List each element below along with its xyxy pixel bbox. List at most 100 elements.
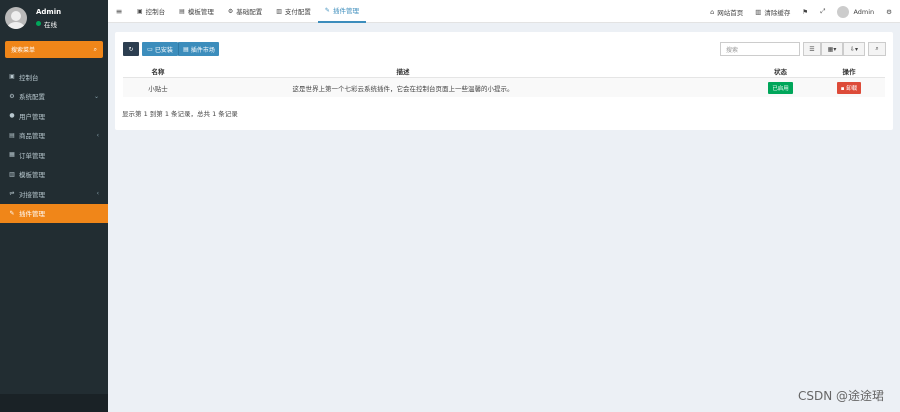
plugin-market-label: 插件市场 [190,46,215,54]
table-search-input[interactable]: 搜索 [720,42,800,56]
settings-button[interactable]: ⚙ [880,8,900,16]
pagination-info: 显示第 1 到第 1 条记录，总共 1 条记录 [122,110,238,118]
tab-label: 模板管理 [187,8,214,16]
plugin-desc: 这是世界上第一个七彩云系统插件，它会在控制台页面上一些温馨的小提示。 [292,84,514,93]
link-icon: ⇌ [9,190,15,198]
search-button[interactable]: ⌕ [868,42,886,56]
sidebar-toggle-icon[interactable]: ≡ [108,7,130,16]
sidebar-item-label: 控制台 [19,73,39,82]
sidebar-item-0[interactable]: ▣ 控制台 [0,67,108,87]
sidebar-item-7[interactable]: ✎ 插件管理 [0,203,108,223]
sidebar-item-4[interactable]: ▦ 订单管理 [0,145,108,165]
plugin-name: 小贴士 [148,84,168,93]
sidebar-item-label: 用户管理 [19,112,45,121]
tab-3[interactable]: ▥ 支付配置 [269,0,318,23]
sidebar-footer [0,394,108,412]
tab-label: 基础配置 [236,8,263,16]
sidebar-item-6[interactable]: ⇌ 对接管理 ‹ [0,184,108,204]
sidebar: Admin 在线 搜索菜单 ⌕ ▣ 控制台 ⚙ 系统配置 ⌄ ● 用户管理 ▤ 商品管理 ‹ ▦ 订单… [0,0,108,412]
uninstall-label: 卸载 [846,85,858,92]
tab-label: 控制台 [145,8,166,16]
cart-icon: ▦ [9,151,15,159]
fullscreen-button[interactable]: ⤢ [814,7,831,16]
header-status[interactable]: 状态 [748,66,813,76]
top-navbar: ≡ ▣ 控制台 ▤ 模板管理 ⚙ 基础配置 ▥ 支付配置 ✎ 插件管理 ⌂ 网站首页 ▥ 清除缓存… [108,0,900,23]
site-home-label: 网站首页 [717,8,744,17]
plugin-icon: ✎ [9,209,15,217]
table-row: 小贴士 这是世界上第一个七彩云系统插件，它会在控制台页面上一些温馨的小提示。 已… [123,78,885,97]
sidebar-item-1[interactable]: ⚙ 系统配置 ⌄ [0,87,108,107]
user-menu[interactable]: Admin [831,5,880,18]
header-name[interactable]: 名称 [123,66,193,76]
sidebar-item-label: 模板管理 [19,171,45,180]
plugin-panel: ↻ ▭ 已安装 ▤ 插件市场 搜索 ☰ ▦▾ ⇩▾ ⌕ 名称 描述 状态 操作 … [115,32,893,130]
user-name: Admin [36,7,62,16]
gear-icon: ⚙ [9,92,15,100]
sidebar-search[interactable]: 搜索菜单 ⌕ [5,41,103,58]
sidebar-item-label: 商品管理 [19,132,45,141]
nav-right: ⌂ 网站首页 ▥ 清除缓存 ⚑ ⤢ Admin ⚙ [704,0,900,23]
sidebar-search-placeholder: 搜索菜单 [11,47,36,54]
tab-4[interactable]: ✎ 插件管理 [317,0,366,23]
refresh-button[interactable]: ↻ [123,42,139,56]
template-icon: ▥ [9,170,15,178]
status-badge[interactable]: 已启用 [768,81,793,94]
installed-label: 已安装 [154,46,173,54]
trash-icon: ▥ [755,7,762,16]
sidebar-item-label: 订单管理 [19,151,45,160]
table-header: 名称 描述 状态 操作 [123,64,885,78]
export-button[interactable]: ⇩▾ [843,42,865,56]
market-icon: ▤ [183,45,189,53]
plugin-icon: ✎ [324,6,330,14]
tab-0[interactable]: ▣ 控制台 [130,0,172,23]
user-info: Admin 在线 [36,8,61,29]
gears-icon: ⚙ [886,7,892,16]
home-icon: ⌂ [710,7,715,16]
user-status: 在线 [36,19,61,29]
sidebar-item-label: 系统配置 [19,93,45,102]
tab-1[interactable]: ▤ 模板管理 [172,0,221,23]
uninstall-button[interactable]: ▪ 卸载 [836,81,862,94]
chevron-icon: ‹ [96,131,99,139]
search-icon[interactable]: ⌕ [94,46,97,54]
export-icon: ⇩▾ [849,45,859,53]
clear-cache-label: 清除缓存 [764,8,791,17]
list-icon: ☰ [809,45,815,53]
clear-cache-button[interactable]: ▥ 清除缓存 [749,7,796,17]
sidebar-item-3[interactable]: ▤ 商品管理 ‹ [0,126,108,146]
dashboard-icon: ▣ [137,7,143,15]
columns-button[interactable]: ▦▾ [821,42,843,56]
sidebar-item-label: 对接管理 [19,190,45,199]
fullscreen-icon: ⤢ [820,7,826,15]
avatar [5,7,27,29]
installed-icon: ▭ [147,45,153,53]
search-icon: ⌕ [875,45,879,52]
template-icon: ▤ [179,7,185,15]
user-status-label: 在线 [44,20,57,29]
tab-label: 支付配置 [284,8,311,16]
list-view-button[interactable]: ☰ [803,42,821,56]
plugin-market-button[interactable]: ▤ 插件市场 [178,42,219,56]
site-home-link[interactable]: ⌂ 网站首页 [704,7,749,17]
sidebar-item-5[interactable]: ▥ 模板管理 [0,165,108,185]
nav-tabs: ▣ 控制台 ▤ 模板管理 ⚙ 基础配置 ▥ 支付配置 ✎ 插件管理 [130,0,366,23]
gear-icon: ⚙ [227,7,234,15]
online-dot-icon [36,21,41,26]
tab-2[interactable]: ⚙ 基础配置 [221,0,269,23]
plugin-table: 名称 描述 状态 操作 小贴士 这是世界上第一个七彩云系统插件，它会在控制台页面… [123,64,885,97]
sidebar-menu: ▣ 控制台 ⚙ 系统配置 ⌄ ● 用户管理 ▤ 商品管理 ‹ ▦ 订单管理 ▥ 模板管理 ⇌ 对接管理 ‹ ✎ 插件… [0,67,108,223]
installed-button[interactable]: ▭ 已安装 [142,42,178,56]
language-icon: ⚑ [802,7,809,16]
header-desc[interactable]: 描述 [193,66,613,76]
language-button[interactable]: ⚑ [796,8,814,16]
refresh-icon: ↻ [128,45,134,53]
chevron-icon: ‹ [96,190,99,198]
avatar [837,5,850,18]
user-panel: Admin 在线 [0,0,108,36]
trash-icon: ▪ [840,85,845,92]
box-icon: ▤ [9,131,15,139]
dashboard-icon: ▣ [9,73,15,81]
header-ops: 操作 [842,67,856,76]
admin-name: Admin [853,7,875,16]
sidebar-item-2[interactable]: ● 用户管理 [0,106,108,126]
